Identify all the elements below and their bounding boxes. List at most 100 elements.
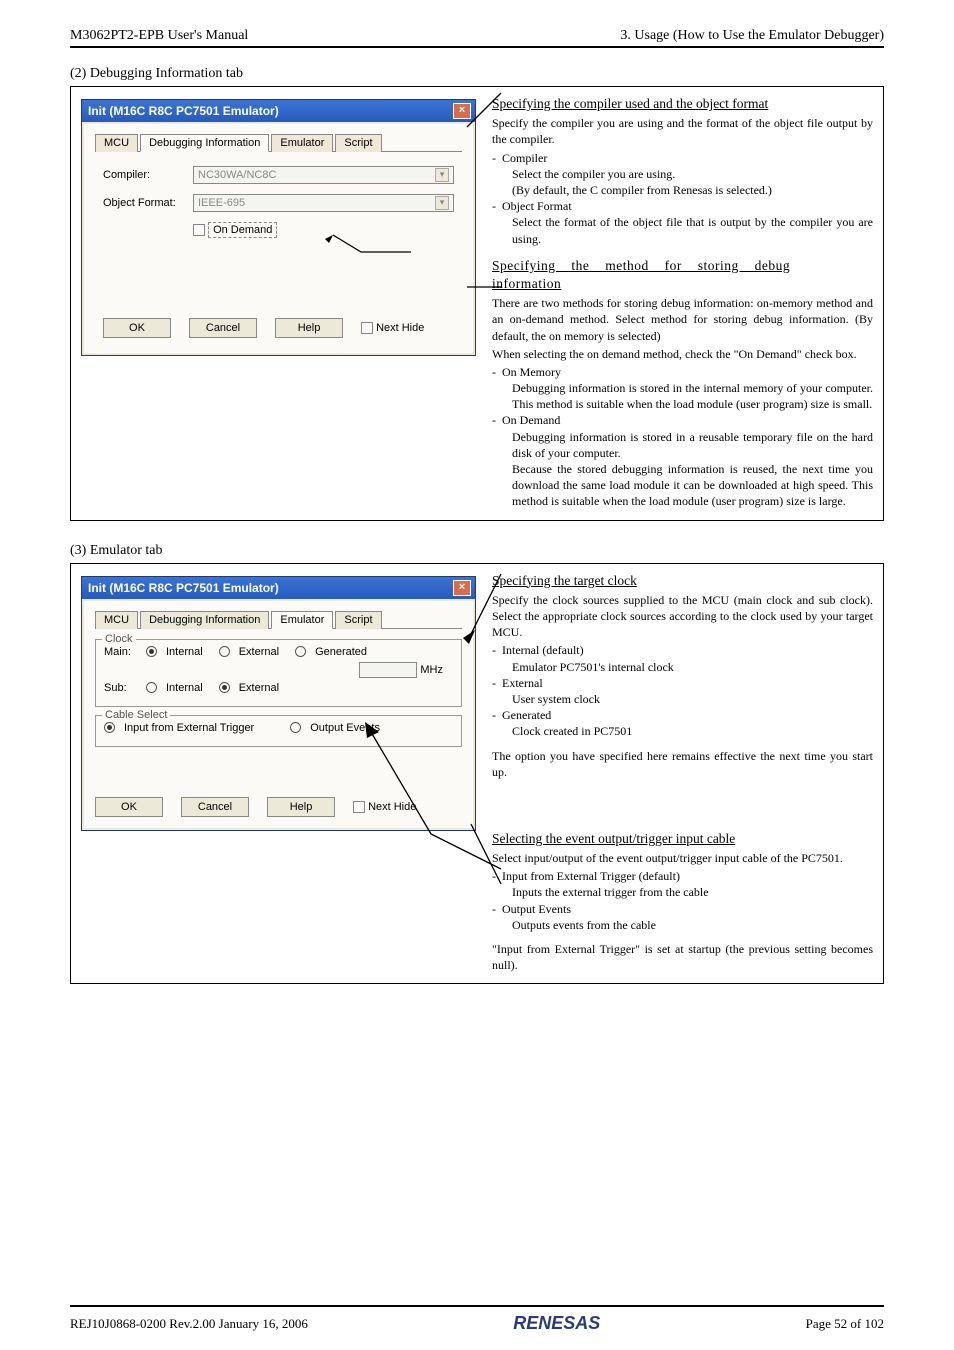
dialog1-tabs: MCU Debugging Information Emulator Scrip… xyxy=(95,133,462,152)
page-header: M3062PT2-EPB User's Manual 3. Usage (How… xyxy=(70,28,884,44)
compiler-combo[interactable]: NC30WA/NC8C ▾ xyxy=(193,166,454,184)
renesas-logo: RENESAS xyxy=(513,1313,600,1334)
objfmt-label: Object Format: xyxy=(103,197,193,209)
mhz-row: MHz xyxy=(104,662,453,678)
text2-li2: Object Format Select the format of the o… xyxy=(492,198,873,247)
t3-li1: Internal (default)Emulator PC7501's inte… xyxy=(492,642,873,674)
objfmt-value: IEEE-695 xyxy=(198,197,245,209)
dialog2-title: Init (M16C R8C PC7501 Emulator) xyxy=(88,581,279,595)
nexthide-checkbox[interactable] xyxy=(361,322,373,334)
dialog1: Init (M16C R8C PC7501 Emulator) × MCU De… xyxy=(81,99,476,356)
help-button[interactable]: Help xyxy=(267,797,335,817)
cable-input-radio[interactable] xyxy=(104,722,115,733)
section-3-frame: Init (M16C R8C PC7501 Emulator) × MCU De… xyxy=(70,563,884,985)
main-clock-row: Main: Internal External Generated xyxy=(104,646,453,658)
text3: Specifying the target clock Specify the … xyxy=(492,572,873,976)
cable-row: Input from External Trigger Output Event… xyxy=(104,722,453,734)
main-internal-radio[interactable] xyxy=(146,646,157,657)
text2-li1: Compiler Select the compiler you are usi… xyxy=(492,150,873,199)
dialog2-wrapper: Init (M16C R8C PC7501 Emulator) × MCU De… xyxy=(81,572,476,976)
dialog2: Init (M16C R8C PC7501 Emulator) × MCU De… xyxy=(81,576,476,831)
sub-clock-row: Sub: Internal External xyxy=(104,682,453,694)
nexthide-label: Next Hide xyxy=(376,322,424,334)
dialog1-body: MCU Debugging Information Emulator Scrip… xyxy=(84,124,473,353)
tab-script[interactable]: Script xyxy=(335,134,381,152)
objfmt-row: Object Format: IEEE-695 ▾ xyxy=(103,194,454,212)
text2-p1: Specify the compiler you are using and t… xyxy=(492,115,873,147)
ok-button[interactable]: OK xyxy=(95,797,163,817)
objfmt-combo[interactable]: IEEE-695 ▾ xyxy=(193,194,454,212)
text3-p1: Specify the clock sources supplied to th… xyxy=(492,592,873,641)
sub-internal-radio[interactable] xyxy=(146,682,157,693)
close-icon[interactable]: × xyxy=(453,580,471,596)
main-generated-radio[interactable] xyxy=(295,646,306,657)
dialog2-tabs: MCU Debugging Information Emulator Scrip… xyxy=(95,610,462,629)
page-footer: REJ10J0868-0200 Rev.2.00 January 16, 200… xyxy=(0,1299,954,1350)
chevron-down-icon[interactable]: ▾ xyxy=(435,196,449,210)
dialog1-title: Init (M16C R8C PC7501 Emulator) xyxy=(88,104,279,118)
tab-emulator[interactable]: Emulator xyxy=(271,134,333,152)
clock-legend: Clock xyxy=(102,633,136,645)
cable-legend: Cable Select xyxy=(102,709,170,721)
compiler-value: NC30WA/NC8C xyxy=(198,169,276,181)
clock-fieldset: Clock Main: Internal External Generated … xyxy=(95,639,462,707)
text2-li4: On Demand Debugging information is store… xyxy=(492,412,873,509)
header-rule xyxy=(70,46,884,48)
text3-p2: The option you have specified here remai… xyxy=(492,748,873,780)
text2: Specifying the compiler used and the obj… xyxy=(492,95,873,512)
chevron-down-icon[interactable]: ▾ xyxy=(435,168,449,182)
mhz-input[interactable] xyxy=(359,662,417,678)
cable-fieldset: Cable Select Input from External Trigger… xyxy=(95,715,462,747)
text2-p3: When selecting the on demand method, che… xyxy=(492,346,873,362)
ok-button[interactable]: OK xyxy=(103,318,171,338)
nexthide-label: Next Hide xyxy=(368,801,416,813)
nexthide-row: Next Hide xyxy=(353,801,416,813)
text3-h2: Selecting the event output/trigger input… xyxy=(492,830,873,848)
header-left: M3062PT2-EPB User's Manual xyxy=(70,28,248,44)
main-external-radio[interactable] xyxy=(219,646,230,657)
dialog1-titlebar: Init (M16C R8C PC7501 Emulator) × xyxy=(82,100,475,122)
main-label: Main: xyxy=(104,646,140,658)
dialog1-buttons: OK Cancel Help Next Hide xyxy=(103,318,454,338)
close-icon[interactable]: × xyxy=(453,103,471,119)
tab-script[interactable]: Script xyxy=(335,611,381,629)
ondemand-checkbox[interactable] xyxy=(193,224,205,236)
tab-debuginfo[interactable]: Debugging Information xyxy=(140,611,269,629)
dialog2-buttons: OK Cancel Help Next Hide xyxy=(95,797,462,817)
sub-external-radio[interactable] xyxy=(219,682,230,693)
text2-h2: Specifying the method for storing debug … xyxy=(492,257,873,293)
sub-label: Sub: xyxy=(104,682,140,694)
header-right: 3. Usage (How to Use the Emulator Debugg… xyxy=(620,28,884,44)
text2-li3: On Memory Debugging information is store… xyxy=(492,364,873,413)
t3-li4: Input from External Trigger (default)Inp… xyxy=(492,868,873,900)
text3-p3: Select input/output of the event output/… xyxy=(492,850,873,866)
dialog2-titlebar: Init (M16C R8C PC7501 Emulator) × xyxy=(82,577,475,599)
t3-li2: ExternalUser system clock xyxy=(492,675,873,707)
t3-li3: GeneratedClock created in PC7501 xyxy=(492,707,873,739)
compiler-row: Compiler: NC30WA/NC8C ▾ xyxy=(103,166,454,184)
dialog1-wrapper: Init (M16C R8C PC7501 Emulator) × MCU De… xyxy=(81,95,476,512)
text3-h1: Specifying the target clock xyxy=(492,572,873,590)
footer-right: Page 52 of 102 xyxy=(806,1316,884,1332)
ondemand-label: On Demand xyxy=(208,222,277,238)
nexthide-row: Next Hide xyxy=(361,322,424,334)
text2-h1: Specifying the compiler used and the obj… xyxy=(492,95,873,113)
text2-p2: There are two methods for storing debug … xyxy=(492,295,873,344)
cancel-button[interactable]: Cancel xyxy=(189,318,257,338)
section-2-frame: Init (M16C R8C PC7501 Emulator) × MCU De… xyxy=(70,86,884,521)
ondemand-row: On Demand xyxy=(193,222,454,238)
section-2-title: (2) Debugging Information tab xyxy=(70,66,884,82)
section-3-title: (3) Emulator tab xyxy=(70,543,884,559)
dialog2-body: MCU Debugging Information Emulator Scrip… xyxy=(84,601,473,828)
footer-left: REJ10J0868-0200 Rev.2.00 January 16, 200… xyxy=(70,1316,308,1332)
tab-mcu[interactable]: MCU xyxy=(95,611,138,629)
help-button[interactable]: Help xyxy=(275,318,343,338)
tab-emulator[interactable]: Emulator xyxy=(271,611,333,629)
compiler-label: Compiler: xyxy=(103,169,193,181)
tab-mcu[interactable]: MCU xyxy=(95,134,138,152)
tab-debuginfo[interactable]: Debugging Information xyxy=(140,134,269,152)
nexthide-checkbox[interactable] xyxy=(353,801,365,813)
cancel-button[interactable]: Cancel xyxy=(181,797,249,817)
t3-li5: Output EventsOutputs events from the cab… xyxy=(492,901,873,933)
cable-output-radio[interactable] xyxy=(290,722,301,733)
